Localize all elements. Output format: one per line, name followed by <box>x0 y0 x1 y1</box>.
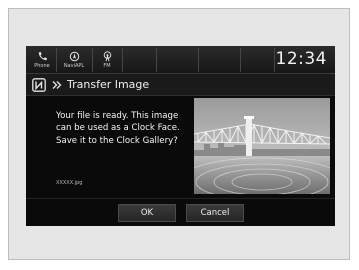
file-name: XXXXX.jpg <box>56 180 83 186</box>
nfc-icon <box>32 77 46 92</box>
navigation-icon <box>69 51 79 62</box>
separator <box>198 48 199 72</box>
separator <box>240 48 241 72</box>
status-bar: Phone NaviAPL FM 12:34 <box>26 46 335 74</box>
infotainment-screen: Phone NaviAPL FM 12:34 Transfer Image Yo… <box>26 46 335 226</box>
radio-tower-icon <box>103 51 111 62</box>
separator <box>122 48 123 72</box>
button-row: OK Cancel <box>26 198 335 226</box>
phone-icon <box>38 52 47 61</box>
separator <box>92 48 93 72</box>
navi-button[interactable]: NaviAPL <box>59 48 89 72</box>
separator <box>156 48 157 72</box>
fm-button[interactable]: FM <box>96 48 118 72</box>
double-chevron-right-icon <box>52 80 62 89</box>
phone-label: Phone <box>34 63 50 69</box>
dialog-message: Your file is ready. This image can be us… <box>56 111 180 146</box>
separator <box>56 48 57 72</box>
clock: 12:34 <box>275 49 327 69</box>
ok-button[interactable]: OK <box>118 204 176 222</box>
dialog-message-panel: Your file is ready. This image can be us… <box>32 98 188 196</box>
page-title: Transfer Image <box>67 78 150 91</box>
navi-label: NaviAPL <box>63 63 85 69</box>
preview-image <box>194 98 330 194</box>
fm-label: FM <box>103 63 111 69</box>
phone-button[interactable]: Phone <box>30 48 54 72</box>
cancel-button[interactable]: Cancel <box>186 204 244 222</box>
title-bar: Transfer Image <box>26 74 335 96</box>
